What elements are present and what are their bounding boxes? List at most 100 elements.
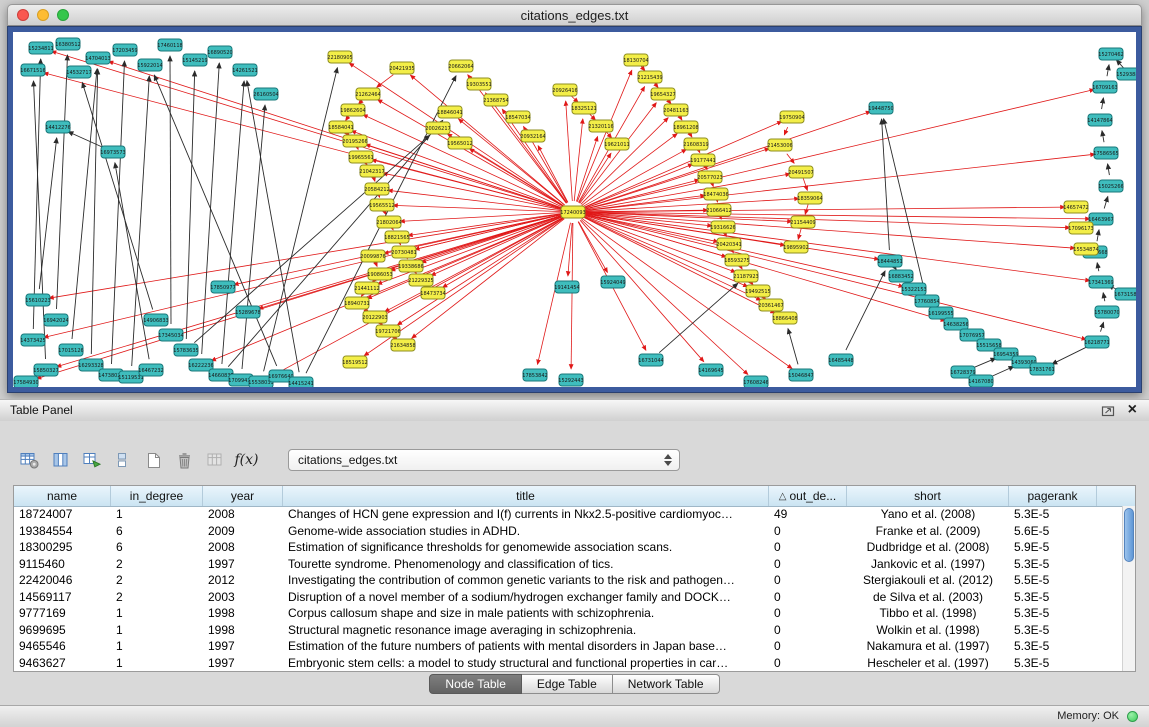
cell-name[interactable]: 9777169 [14, 605, 111, 622]
graph-node-yellow[interactable]: 20099876 [360, 250, 385, 262]
graph-node-teal[interactable]: 17584930 [13, 376, 38, 387]
graph-node-teal[interactable]: 16671516 [20, 64, 45, 76]
graph-node-yellow[interactable]: 18940731 [344, 297, 369, 309]
graph-node-yellow[interactable]: 21320116 [588, 120, 613, 132]
cell-pagerank[interactable]: 5.3E-5 [1009, 622, 1097, 639]
graph-node-yellow[interactable]: 20926416 [552, 84, 577, 96]
edge-red[interactable] [583, 149, 687, 206]
edge-black[interactable] [1101, 322, 1104, 331]
graph-node-teal[interactable]: 15293882 [1116, 68, 1136, 80]
cell-year[interactable]: 1997 [203, 556, 283, 573]
graph-node-teal[interactable]: 16467232 [138, 364, 163, 376]
cell-in_degree[interactable]: 2 [111, 556, 203, 573]
column-header-pagerank[interactable]: pagerank [1009, 486, 1097, 506]
graph-node-teal[interactable]: 16218771 [1084, 336, 1109, 348]
edge-red[interactable] [584, 207, 1065, 212]
cell-title[interactable]: Estimation of significance thresholds fo… [283, 539, 769, 556]
graph-node-teal[interactable]: 17015126 [58, 344, 83, 356]
edge-black[interactable] [1108, 164, 1110, 175]
graph-node-teal[interactable]: 14532717 [66, 66, 91, 78]
cell-in_degree[interactable]: 1 [111, 605, 203, 622]
table-row[interactable]: 1830029562008Estimation of significance … [14, 539, 1122, 556]
cell-out_degree[interactable]: 49 [769, 506, 847, 523]
graph-node-yellow[interactable]: 20481163 [663, 104, 688, 116]
cell-name[interactable]: 22420046 [14, 572, 111, 589]
graph-node-teal[interactable]: 15270462 [1098, 48, 1123, 60]
graph-node-teal[interactable]: 16890520 [207, 46, 232, 58]
graph-node-yellow[interactable]: 19621011 [604, 138, 629, 150]
graph-node-yellow[interactable]: 19565512 [369, 199, 394, 211]
graph-node-teal[interactable]: 14169645 [698, 364, 723, 376]
edge-black[interactable] [1103, 293, 1105, 301]
graph-node-teal[interactable]: 14261521 [232, 64, 257, 76]
graph-node-yellow[interactable]: 20195266 [342, 135, 367, 147]
cell-name[interactable]: 9465546 [14, 638, 111, 655]
graph-node-yellow[interactable]: 21368754 [483, 94, 508, 106]
edge-red[interactable] [109, 61, 563, 208]
cell-short[interactable]: Wolkin et al. (1998) [847, 622, 1009, 639]
graph-node-yellow[interactable]: 15534874 [1073, 243, 1098, 255]
graph-node-yellow[interactable]: 21066412 [706, 204, 731, 216]
edge-black[interactable] [222, 81, 244, 364]
edge-red[interactable] [580, 103, 657, 204]
graph-node-teal[interactable]: 15322153 [901, 283, 926, 295]
edge-black[interactable] [72, 69, 97, 339]
graph-node-teal[interactable]: 17760854 [914, 295, 939, 307]
edge-red[interactable] [44, 215, 563, 338]
edge-black[interactable] [264, 68, 338, 372]
graph-node-teal[interactable]: 17853842 [522, 369, 547, 381]
graph-node-teal[interactable]: 15025266 [1098, 180, 1123, 192]
edge-black[interactable] [788, 329, 798, 365]
column-header-out_degree[interactable]: △out_de... [769, 486, 847, 506]
cell-title[interactable]: Genome-wide association studies in ADHD. [283, 523, 769, 540]
edge-red[interactable] [584, 90, 1095, 210]
cell-year[interactable]: 2008 [203, 539, 283, 556]
close-panel-icon[interactable]: × [1128, 400, 1137, 420]
cell-name[interactable]: 18724007 [14, 506, 111, 523]
cell-year[interactable]: 2012 [203, 572, 283, 589]
cell-pagerank[interactable]: 5.3E-5 [1009, 655, 1097, 672]
cell-short[interactable]: de Silva et al. (2003) [847, 589, 1009, 606]
graph-node-teal[interactable]: 15234811 [28, 42, 53, 54]
cell-pagerank[interactable]: 5.3E-5 [1009, 506, 1097, 523]
cell-in_degree[interactable]: 6 [111, 523, 203, 540]
graph-node-teal[interactable]: 14412276 [45, 121, 70, 133]
graph-node-teal[interactable]: 26160504 [253, 88, 278, 100]
column-header-in_degree[interactable]: in_degree [111, 486, 203, 506]
graph-node-yellow[interactable]: 20662064 [448, 60, 473, 72]
graph-node-yellow[interactable]: 19338686 [398, 260, 423, 272]
graph-node-teal[interactable]: 15780070 [1094, 306, 1119, 318]
cell-name[interactable]: 18300295 [14, 539, 111, 556]
edge-black[interactable] [973, 358, 996, 368]
graph-node-yellow[interactable]: 19721706 [375, 325, 400, 337]
edge-red[interactable] [566, 101, 573, 201]
graph-node-teal[interactable]: 14147864 [1087, 114, 1112, 126]
cell-in_degree[interactable]: 1 [111, 638, 203, 655]
graph-node-teal[interactable]: 19448750 [868, 102, 893, 114]
graph-node-teal[interactable]: 16485448 [828, 354, 853, 366]
edge-red[interactable] [412, 219, 565, 338]
graph-node-teal[interactable]: 17850977 [210, 281, 235, 293]
graph-node-yellow[interactable]: 19316626 [710, 221, 735, 233]
edge-red[interactable] [583, 121, 782, 207]
graph-node-yellow[interactable]: 21229325 [408, 274, 433, 286]
cell-title[interactable]: Disruption of a novel member of a sodium… [283, 589, 769, 606]
graph-node-teal[interactable]: 14373425 [20, 334, 45, 346]
cell-pagerank[interactable]: 5.3E-5 [1009, 638, 1097, 655]
edge-red[interactable] [431, 217, 563, 276]
network-canvas-svg[interactable]: 1724009322180905204219352126246419862604… [13, 32, 1136, 387]
graph-node-teal[interactable]: 15924049 [600, 276, 625, 288]
cell-title[interactable]: Tourette syndrome. Phenomenology and cla… [283, 556, 769, 573]
cell-pagerank[interactable]: 5.3E-5 [1009, 605, 1097, 622]
graph-node-teal[interactable]: 15610223 [25, 294, 50, 306]
network-selector[interactable]: citations_edges.txt [288, 449, 680, 471]
column-selector-icon[interactable] [45, 446, 76, 474]
column-header-name[interactable]: name [14, 486, 111, 506]
cell-name[interactable]: 9699695 [14, 622, 111, 639]
edge-red[interactable] [383, 173, 562, 210]
graph-node-yellow[interactable]: 17096173 [1068, 222, 1093, 234]
graph-node-yellow[interactable]: 21042317 [359, 165, 384, 177]
graph-node-teal[interactable]: 16731044 [638, 354, 663, 366]
graph-node-yellow[interactable]: 20026217 [425, 122, 450, 134]
graph-node-yellow[interactable]: 21215439 [637, 71, 662, 83]
